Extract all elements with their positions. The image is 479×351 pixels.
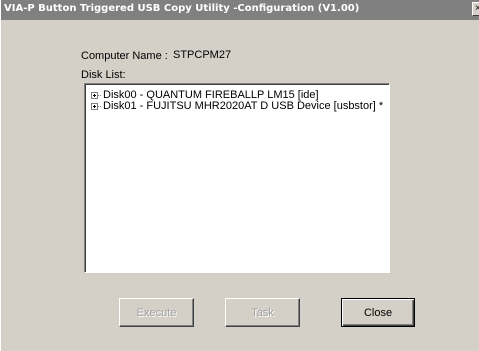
task-button[interactable]: Task (225, 298, 300, 327)
expand-plus-icon[interactable] (91, 91, 98, 99)
computer-name-value: STPCPM27 (173, 49, 232, 61)
computer-name-label: Computer Name : (81, 50, 168, 62)
window-title: VIA-P Button Triggered USB Copy Utility … (4, 3, 360, 14)
tree-item-label: Disk01 - FUJITSU MHR2020AT D USB Device … (103, 100, 384, 112)
execute-button[interactable]: Execute (119, 298, 194, 327)
tree-connector (98, 105, 101, 107)
title-bar[interactable]: VIA-P Button Triggered USB Copy Utility … (1, 0, 479, 20)
close-button[interactable]: Close (341, 298, 415, 327)
disk-list-tree[interactable]: Disk00 - QUANTUM FIREBALLP LM15 [ide] Di… (84, 83, 390, 273)
close-window-icon[interactable]: × (472, 2, 479, 16)
config-window: VIA-P Button Triggered USB Copy Utility … (0, 0, 479, 351)
tree-item-disk01[interactable]: Disk01 - FUJITSU MHR2020AT D USB Device … (91, 100, 383, 112)
tree-connector (98, 94, 101, 96)
disk-list-label: Disk List: (81, 69, 126, 81)
expand-plus-icon[interactable] (91, 102, 98, 110)
